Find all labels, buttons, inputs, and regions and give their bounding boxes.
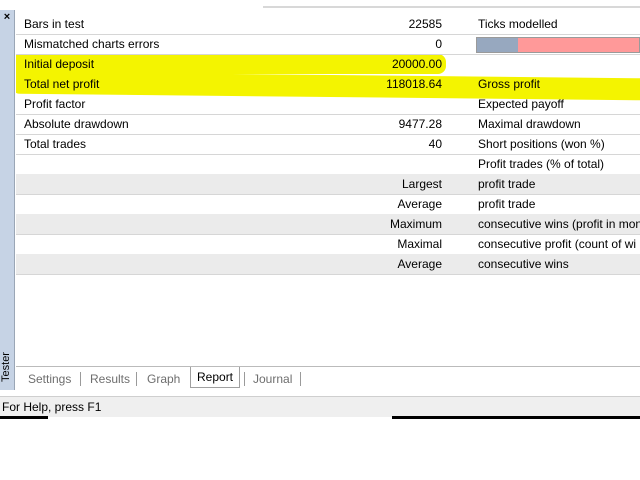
- row-label: [24, 154, 284, 174]
- row-value: 40: [428, 137, 442, 151]
- row-value: 20000.00: [391, 57, 442, 71]
- row-value: 118018.64: [386, 77, 442, 91]
- row-label: [24, 174, 284, 194]
- table-row: Initial deposit 20000.00: [16, 54, 640, 75]
- tab-separator: [80, 372, 81, 386]
- row-value: Largest: [401, 177, 442, 191]
- table-row: Bars in test 22585 Ticks modelled: [16, 14, 640, 35]
- tab-separator: [244, 372, 245, 386]
- row-right-label: Maximal drawdown: [478, 117, 581, 131]
- row-value: 9477.28: [398, 117, 442, 131]
- tab-separator: [300, 372, 301, 386]
- row-label: [24, 194, 284, 214]
- row-label: Mismatched charts errors: [24, 37, 160, 51]
- table-row: Maximum consecutive wins (profit in mon: [16, 214, 640, 235]
- tester-tabs: Settings Results Graph Report Journal: [16, 366, 640, 391]
- table-row: Average profit trade: [16, 194, 640, 215]
- row-value: 0: [435, 37, 442, 51]
- tab-separator: [136, 372, 137, 386]
- row-label: Profit factor: [24, 97, 86, 111]
- row-right-label: [478, 54, 640, 74]
- top-border: [0, 0, 640, 10]
- row-value: [316, 154, 442, 174]
- table-row: Average consecutive wins: [16, 254, 640, 275]
- tab-settings[interactable]: Settings: [28, 370, 71, 388]
- row-right-label: Short positions (won %): [478, 137, 605, 151]
- tab-graph[interactable]: Graph: [147, 370, 180, 388]
- ticks-modelled-fill: [477, 38, 518, 52]
- tester-window: × Tester Bars in test 22585 Ticks modell…: [0, 0, 640, 480]
- tester-label: Tester: [0, 352, 12, 382]
- divider-line: [0, 416, 48, 419]
- table-row: Profit trades (% of total): [16, 154, 640, 175]
- row-label: Total trades: [24, 137, 87, 151]
- table-row: Largest profit trade: [16, 174, 640, 195]
- tab-report[interactable]: Report: [190, 367, 241, 388]
- row-right-label: Expected payoff: [478, 97, 564, 111]
- row-label: [24, 214, 284, 234]
- row-label: Total net profit: [24, 77, 100, 91]
- table-row: Maximal consecutive profit (count of wi: [16, 234, 640, 255]
- row-label: Initial deposit: [24, 57, 95, 71]
- row-right-label: profit trade: [478, 197, 536, 211]
- table-row: Profit factor Expected payoff: [16, 94, 640, 115]
- report-table[interactable]: Bars in test 22585 Ticks modelled Mismat…: [16, 14, 640, 366]
- tab-journal[interactable]: Journal: [253, 370, 292, 388]
- row-value: [316, 94, 442, 114]
- row-right-label: consecutive wins (profit in mon: [478, 217, 640, 231]
- divider-line: [392, 416, 640, 419]
- close-icon[interactable]: ×: [1, 11, 13, 23]
- ticks-modelled-quality-bar: [476, 37, 640, 53]
- status-text: For Help, press F1: [2, 400, 102, 414]
- row-value: 22585: [408, 17, 442, 31]
- row-right-label: consecutive wins: [478, 257, 569, 271]
- row-value: Average: [397, 257, 442, 271]
- row-label: [24, 254, 284, 274]
- tester-side-strip: × Tester: [0, 10, 15, 390]
- row-right-label: consecutive profit (count of wi: [478, 237, 637, 251]
- row-value: Maximum: [389, 217, 442, 231]
- row-label: [24, 234, 284, 254]
- top-divider: [263, 6, 640, 8]
- row-label: Bars in test: [24, 17, 85, 31]
- row-label: Absolute drawdown: [24, 117, 129, 131]
- row-value: Maximal: [397, 237, 442, 251]
- row-right-label: Profit trades (% of total): [478, 157, 605, 171]
- row-right-label: profit trade: [478, 177, 536, 191]
- status-bar: For Help, press F1: [0, 396, 640, 417]
- row-right-label: Gross profit: [478, 77, 541, 91]
- row-value: Average: [397, 197, 442, 211]
- tab-results[interactable]: Results: [90, 370, 130, 388]
- table-row: Total trades 40 Short positions (won %): [16, 134, 640, 155]
- table-row: Total net profit 118018.64 Gross profit: [16, 74, 640, 95]
- row-right-label: Ticks modelled: [478, 17, 558, 31]
- table-row: Absolute drawdown 9477.28 Maximal drawdo…: [16, 114, 640, 135]
